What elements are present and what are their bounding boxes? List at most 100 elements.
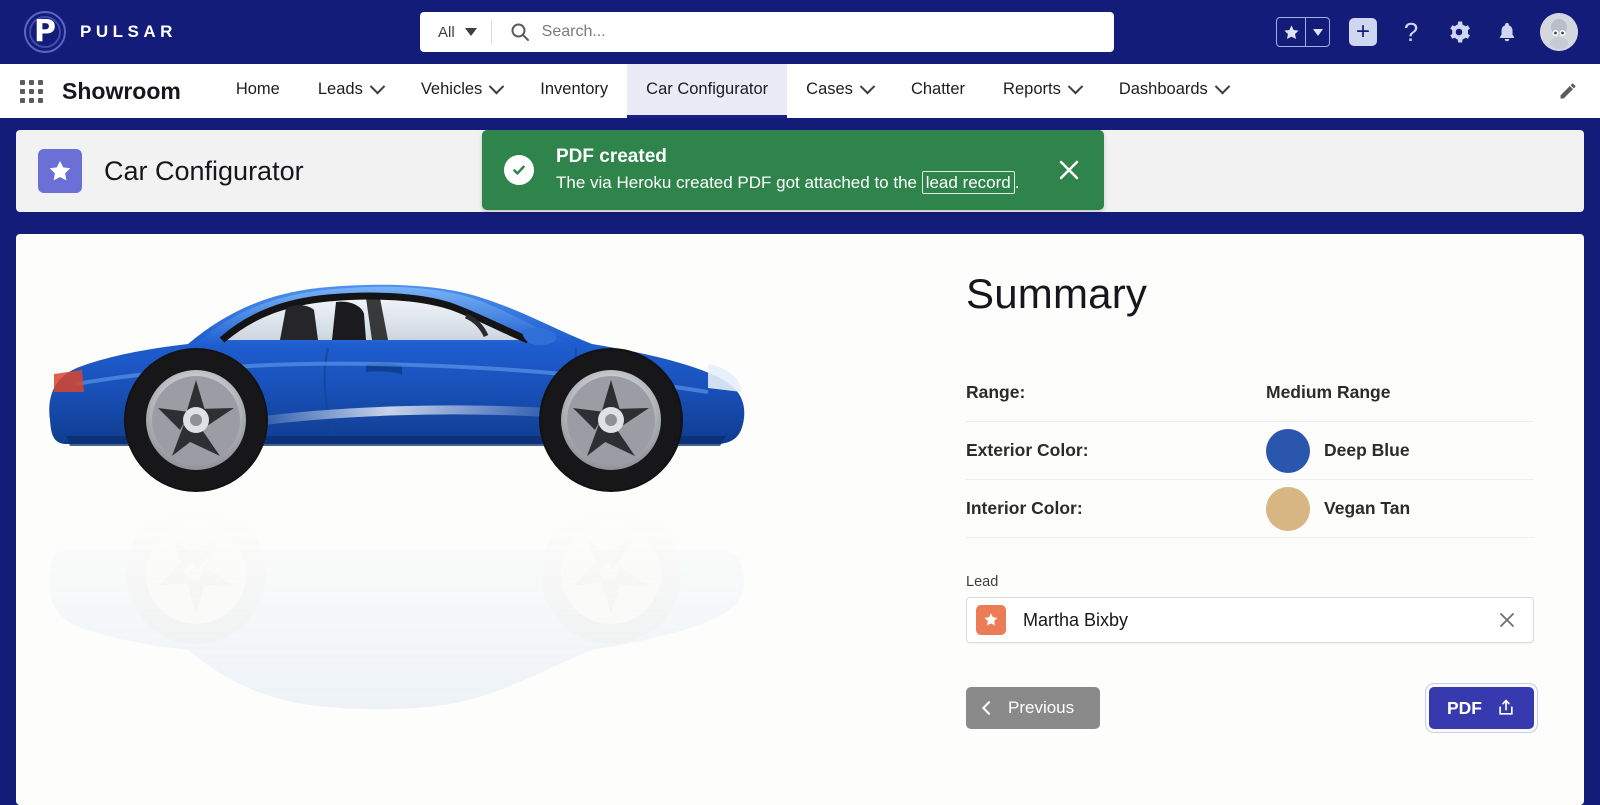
nav-item-reports[interactable]: Reports [984, 64, 1100, 118]
vehicle-image [49, 284, 745, 492]
global-create-button[interactable]: + [1348, 17, 1378, 47]
nav-item-chatter[interactable]: Chatter [892, 64, 984, 118]
avatar-icon [1540, 13, 1578, 51]
nav-item-label: Vehicles [420, 80, 483, 98]
lead-lookup-field: Lead Martha Bixby [966, 574, 1534, 643]
app-name: Showroom [62, 77, 181, 104]
success-check-icon [504, 155, 534, 185]
close-icon [1059, 160, 1079, 180]
toast-title: PDF created [556, 146, 667, 168]
summary-title: Summary [966, 270, 1148, 317]
nav-item-label: Dashboards [1118, 80, 1208, 98]
nav-item-label: Chatter [910, 80, 966, 98]
previous-button-label: Previous [1008, 698, 1075, 717]
gear-icon [1450, 21, 1470, 43]
chevron-down-icon [369, 78, 386, 95]
summary-spec-table: Range: Medium Range Exterior Color: Deep… [966, 364, 1534, 538]
plus-icon: + [1349, 18, 1377, 46]
search-scope-label: All [438, 23, 455, 41]
spec-value-text: Deep Blue [1324, 440, 1410, 460]
nav-item-label: Reports [1003, 80, 1061, 98]
nav-item-inventory[interactable]: Inventory [521, 64, 627, 118]
lead-field-label: Lead [966, 574, 999, 590]
search-icon [511, 23, 529, 41]
vehicle-stage [36, 252, 936, 752]
previous-button[interactable]: Previous [966, 687, 1101, 729]
nav-item-home[interactable]: Home [217, 64, 299, 118]
brand-name: PULSAR [80, 22, 177, 41]
spec-label: Exterior Color: [966, 440, 1089, 460]
spec-value-text: Vegan Tan [1324, 498, 1411, 518]
chevron-down-icon[interactable] [1305, 18, 1329, 46]
global-header: P PULSAR All + ? [0, 0, 1600, 64]
nav-item-label: Inventory [540, 80, 609, 98]
chevron-down-icon [1067, 78, 1084, 95]
app-launcher-icon[interactable] [0, 64, 62, 118]
spec-row: Range: Medium Range [966, 364, 1534, 422]
question-mark-icon: ? [1403, 17, 1419, 47]
global-search[interactable]: All [420, 12, 1114, 52]
spec-value: Medium Range [1266, 382, 1390, 403]
summary-pane: Summary Range: Medium Range Exterior Col… [966, 234, 1584, 805]
spec-value-text: Medium Range [1266, 382, 1391, 402]
notifications-button[interactable] [1492, 17, 1522, 47]
nav-item-label: Leads [317, 80, 363, 98]
lead-selected-pill[interactable]: Martha Bixby [966, 597, 1534, 643]
nav-items: Home Leads Vehicles Inventory Car Config… [217, 64, 1247, 118]
nav-item-label: Car Configurator [646, 80, 769, 98]
pencil-icon [1560, 83, 1576, 99]
close-toast-button[interactable] [1052, 153, 1086, 187]
star-icon[interactable] [1277, 18, 1305, 46]
spec-value: Vegan Tan [1266, 486, 1411, 531]
setup-button[interactable] [1444, 17, 1474, 47]
share-export-icon [1499, 699, 1513, 715]
nav-item-vehicles[interactable]: Vehicles [402, 64, 521, 118]
chevron-down-icon [489, 78, 505, 95]
chevron-down-icon [1214, 78, 1231, 95]
help-button[interactable]: ? [1396, 17, 1426, 47]
nav-item-dashboards[interactable]: Dashboards [1100, 64, 1247, 118]
vehicle-reflection [49, 504, 745, 710]
toast-body-before: The via Heroku created PDF got attached … [556, 173, 922, 193]
header-actions: + ? [1276, 0, 1578, 64]
spec-value: Deep Blue [1266, 428, 1410, 473]
search-input[interactable] [541, 23, 1114, 41]
nav-item-cases[interactable]: Cases [787, 64, 892, 118]
nav-item-label: Cases [806, 80, 853, 98]
search-scope-selector[interactable]: All [420, 19, 492, 45]
pdf-button[interactable]: PDF [1429, 687, 1534, 729]
wizard-button-row: Previous PDF [966, 687, 1534, 729]
app-navigation-bar: Showroom Home Leads Vehicles Inventory C… [0, 64, 1600, 118]
user-avatar[interactable] [1540, 13, 1578, 51]
chevron-down-icon [464, 28, 477, 36]
chevron-left-icon [981, 700, 997, 716]
toast-body: The via Heroku created PDF got attached … [556, 170, 1020, 196]
spec-label: Range: [966, 382, 1026, 402]
toast-text: PDF created The via Heroku created PDF g… [556, 144, 1020, 195]
star-app-icon [38, 149, 82, 193]
favorites-group[interactable] [1276, 17, 1330, 47]
brand[interactable]: P PULSAR [24, 11, 254, 53]
toast-notification: PDF created The via Heroku created PDF g… [482, 130, 1104, 210]
lead-record-link[interactable]: lead record [921, 171, 1015, 195]
edit-navigation-button[interactable] [1558, 64, 1600, 118]
interior-color-swatch [1266, 486, 1310, 531]
pdf-button-label: PDF [1447, 697, 1482, 718]
spec-label: Interior Color: [966, 498, 1083, 518]
lead-value: Martha Bixby [1023, 609, 1129, 630]
nav-item-label: Home [235, 80, 280, 98]
exterior-color-swatch [1266, 428, 1310, 473]
spec-row: Exterior Color: Deep Blue [966, 422, 1534, 480]
pulsar-logo-icon: P [24, 11, 66, 53]
page-shell: Car Configurator Summary Range: Medium R… [0, 118, 1600, 805]
lead-record-icon [976, 605, 1006, 635]
bell-icon [1499, 22, 1515, 42]
toast-body-after: . [1014, 173, 1020, 193]
nav-item-leads[interactable]: Leads [299, 64, 402, 118]
page-title: Car Configurator [104, 155, 304, 186]
vehicle-preview-pane [16, 234, 966, 805]
configurator-card: Summary Range: Medium Range Exterior Col… [16, 234, 1584, 805]
chevron-down-icon [859, 78, 876, 95]
nav-item-car-configurator[interactable]: Car Configurator [627, 64, 788, 118]
clear-lead-button[interactable] [1495, 608, 1519, 632]
